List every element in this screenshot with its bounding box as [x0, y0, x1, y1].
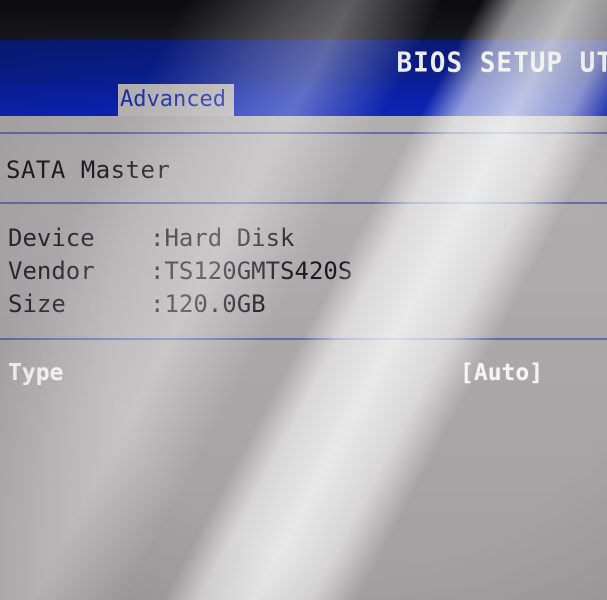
divider	[0, 338, 607, 340]
tab-advanced[interactable]: Advanced	[118, 84, 234, 116]
window-title: BIOS SETUP UT	[396, 47, 607, 79]
size-value: :120.0GB	[150, 290, 266, 318]
section-title: SATA Master	[6, 156, 171, 184]
divider	[0, 132, 607, 134]
vendor-label: Vendor	[8, 257, 95, 285]
size-label: Size	[8, 290, 66, 318]
type-option-label[interactable]: Type	[8, 360, 63, 386]
type-option-value[interactable]: [Auto]	[460, 360, 543, 386]
device-value: :Hard Disk	[150, 224, 295, 252]
vendor-value: :TS120GMTS420S	[150, 257, 353, 285]
menu-tab-bar	[0, 84, 607, 116]
bios-screen: BIOS SETUP UT Advanced SATA Master Devic…	[0, 0, 607, 600]
divider	[0, 202, 607, 204]
device-label: Device	[8, 224, 95, 252]
